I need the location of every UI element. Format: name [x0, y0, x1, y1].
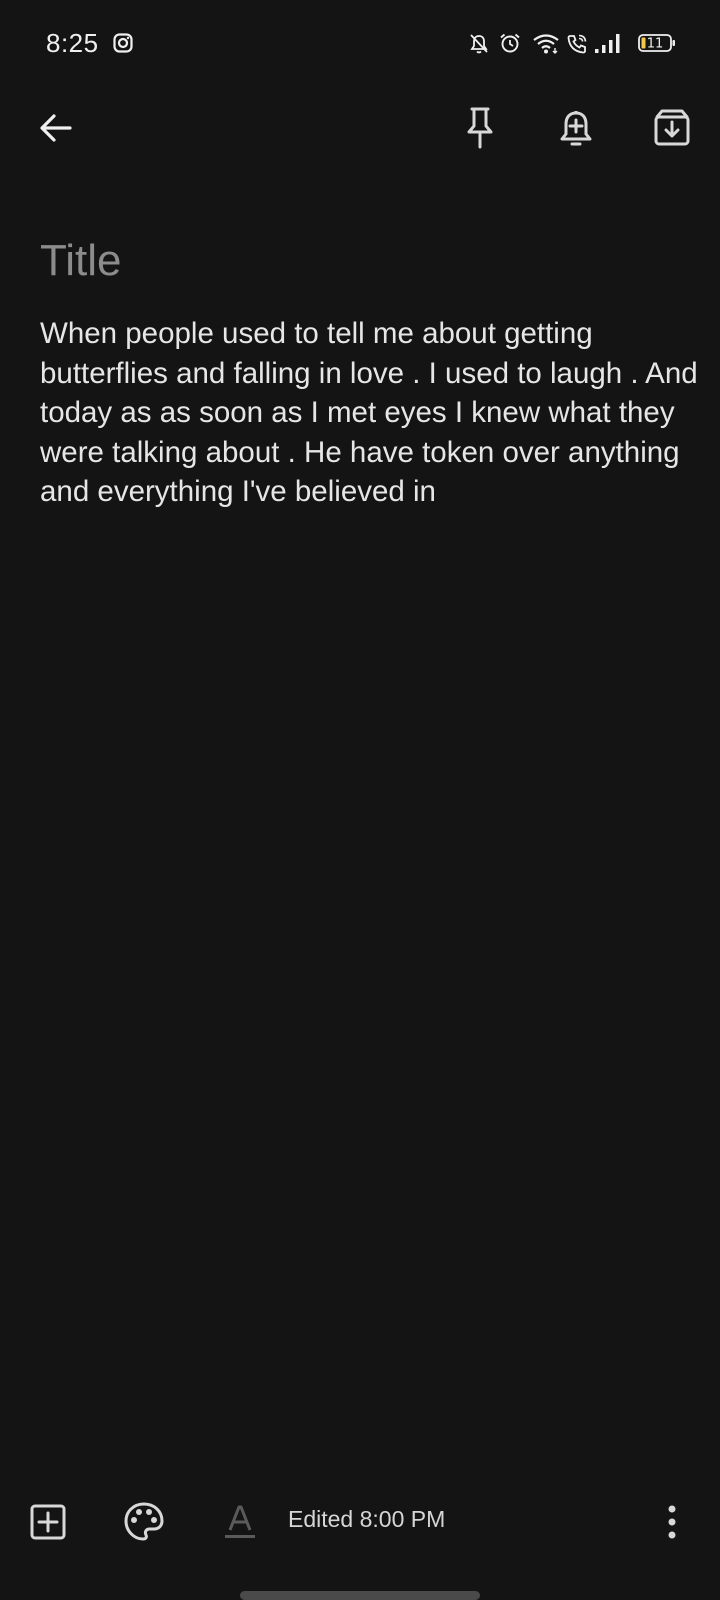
notifications-off-icon	[470, 34, 488, 54]
alarm-icon	[500, 33, 520, 53]
battery-icon: 11	[638, 34, 675, 52]
status-bar: 8:25 11	[0, 0, 720, 88]
note-title-input[interactable]	[40, 236, 680, 286]
more-options-button[interactable]	[642, 1492, 702, 1552]
back-arrow-icon	[40, 114, 72, 142]
archive-button[interactable]	[640, 96, 704, 160]
add-content-button[interactable]	[18, 1492, 78, 1552]
back-button[interactable]	[24, 96, 88, 160]
instagram-icon	[113, 33, 133, 53]
battery-level: 11	[647, 37, 664, 52]
pin-button[interactable]	[448, 96, 512, 160]
palette-icon	[124, 1502, 164, 1541]
wifi-icon	[533, 34, 559, 54]
more-vert-icon	[668, 1505, 676, 1539]
pin-icon	[467, 107, 493, 149]
background-color-button[interactable]	[114, 1492, 174, 1552]
edited-timestamp: Edited 8:00 PM	[288, 1506, 446, 1532]
text-format-button[interactable]	[210, 1492, 270, 1552]
add-reminder-button[interactable]	[544, 96, 608, 160]
status-time: 8:25	[46, 28, 99, 58]
add-box-icon	[30, 1504, 66, 1540]
archive-icon	[654, 109, 690, 146]
wifi-calling-icon	[567, 34, 587, 54]
gesture-nav-handle[interactable]	[240, 1591, 480, 1600]
signal-icon	[595, 34, 620, 53]
text-format-icon	[225, 1505, 255, 1538]
note-body-text[interactable]: When people used to tell me about gettin…	[40, 314, 700, 512]
add-reminder-icon	[560, 111, 592, 146]
